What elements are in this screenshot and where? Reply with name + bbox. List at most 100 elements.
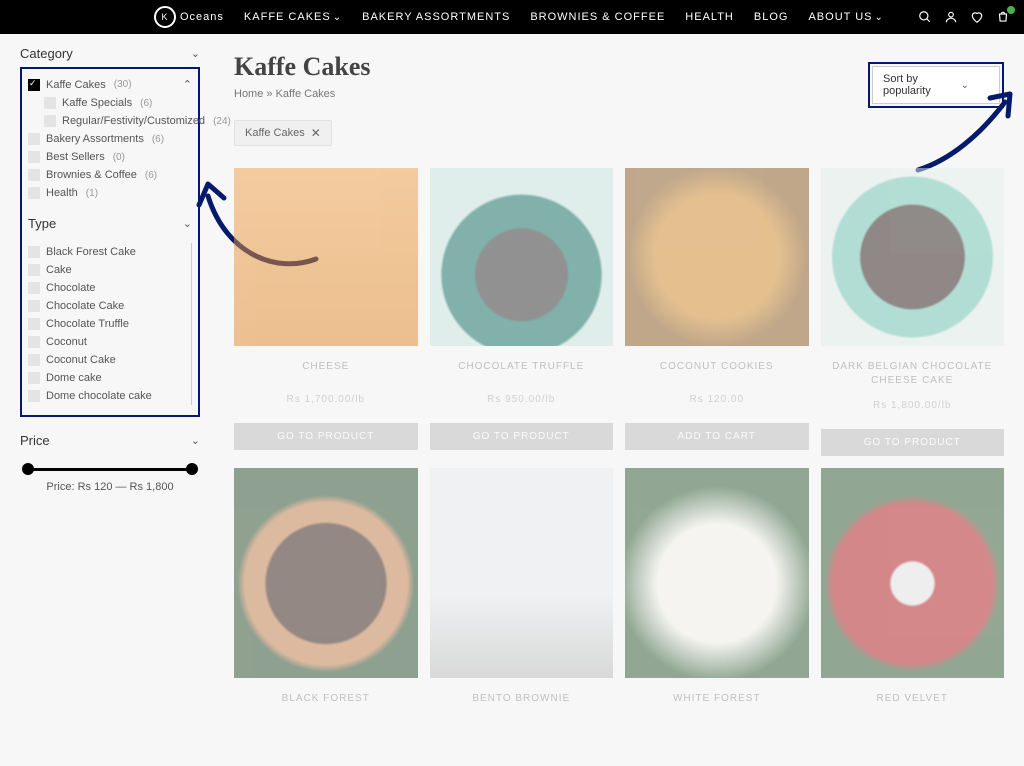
category-label: Kaffe Cakes — [46, 79, 106, 91]
cat-regular-festivity[interactable]: Regular/Festivity/Customized (24) — [28, 112, 192, 130]
product-thumb — [234, 468, 418, 678]
category-label: Kaffe Specials — [62, 97, 132, 109]
product-title: BENTO BROWNIE — [430, 692, 614, 714]
checkbox-icon[interactable] — [28, 336, 40, 348]
checkbox-icon[interactable] — [28, 390, 40, 402]
product-thumb — [430, 468, 614, 678]
category-label: Health — [46, 187, 78, 199]
main-content: Kaffe Cakes Home » Kaffe Cakes Sort by p… — [210, 34, 1024, 766]
account-icon[interactable] — [944, 10, 958, 24]
category-count: (6) — [145, 170, 157, 181]
product-title: WHITE FOREST — [625, 692, 809, 714]
product-price: Rs 1,700.00/lb — [234, 394, 418, 405]
checkbox-icon[interactable] — [44, 97, 56, 109]
cat-best-sellers[interactable]: Best Sellers (0) — [28, 148, 192, 166]
type-item[interactable]: Chocolate Cake — [28, 297, 187, 315]
type-item[interactable]: Dome cake — [28, 369, 187, 387]
checkbox-icon[interactable] — [28, 151, 40, 163]
product-thumb — [821, 468, 1005, 678]
go-to-product-button[interactable]: GO TO PRODUCT — [430, 423, 614, 450]
type-label: Coconut Cake — [46, 354, 116, 366]
type-label: Chocolate — [46, 282, 96, 294]
product-title: DARK BELGIAN CHOCOLATE CHEESE CAKE — [821, 360, 1005, 388]
type-item[interactable]: Chocolate — [28, 279, 187, 297]
category-list: Kaffe Cakes (30) ⌃ Kaffe Specials (6) Re… — [28, 75, 192, 202]
breadcrumb-sep: » — [263, 88, 275, 100]
checkbox-icon[interactable] — [28, 300, 40, 312]
product-card[interactable]: COCONUT COOKIES Rs 120.00 ADD TO CART — [625, 168, 809, 456]
chevron-down-icon: ⌄ — [183, 217, 192, 230]
nav-blog[interactable]: BLOG — [754, 11, 789, 23]
category-count: (1) — [86, 188, 98, 199]
type-label: Coconut — [46, 336, 87, 348]
sort-label: Sort by popularity — [883, 73, 961, 97]
checkbox-icon[interactable] — [28, 372, 40, 384]
product-thumb — [625, 468, 809, 678]
slider-handle-min[interactable] — [22, 463, 34, 475]
checkbox-icon[interactable] — [28, 354, 40, 366]
add-to-cart-button[interactable]: ADD TO CART — [625, 423, 809, 450]
product-card[interactable]: BENTO BROWNIE — [430, 468, 614, 726]
product-card[interactable]: CHOCOLATE TRUFFLE Rs 950.00/lb GO TO PRO… — [430, 168, 614, 456]
cat-brownies-coffee[interactable]: Brownies & Coffee (6) — [28, 166, 192, 184]
checkbox-icon[interactable] — [28, 264, 40, 276]
checkbox-icon[interactable] — [28, 318, 40, 330]
search-icon[interactable] — [918, 10, 932, 24]
go-to-product-button[interactable]: GO TO PRODUCT — [821, 429, 1005, 456]
product-card[interactable]: WHITE FOREST — [625, 468, 809, 726]
breadcrumb-home[interactable]: Home — [234, 88, 263, 100]
type-item[interactable]: Black Forest Cake — [28, 243, 187, 261]
category-label: Regular/Festivity/Customized — [62, 115, 205, 127]
product-price: Rs 120.00 — [625, 394, 809, 405]
checkbox-icon[interactable] — [28, 282, 40, 294]
type-label: Chocolate Cake — [46, 300, 124, 312]
filter-chip-label: Kaffe Cakes — [245, 127, 305, 139]
checkbox-icon[interactable] — [44, 115, 56, 127]
checkbox-icon[interactable] — [28, 79, 40, 91]
slider-handle-max[interactable] — [186, 463, 198, 475]
product-card[interactable]: RED VELVET — [821, 468, 1005, 726]
type-item[interactable]: Coconut — [28, 333, 187, 351]
price-slider[interactable]: Price: Rs 120 — Rs 1,800 — [20, 468, 200, 493]
product-price: Rs 1,800.00/lb — [821, 400, 1005, 411]
filter-price-heading[interactable]: Price ⌄ — [20, 427, 200, 454]
product-card[interactable]: DARK BELGIAN CHOCOLATE CHEESE CAKE Rs 1,… — [821, 168, 1005, 456]
product-card[interactable]: CHEESE Rs 1,700.00/lb GO TO PRODUCT — [234, 168, 418, 456]
product-grid: CHEESE Rs 1,700.00/lb GO TO PRODUCT CHOC… — [234, 168, 1004, 726]
logo-icon: K — [154, 6, 176, 28]
nav-about[interactable]: ABOUT US — [808, 11, 883, 23]
wishlist-icon[interactable] — [970, 10, 984, 24]
cat-health[interactable]: Health (1) — [28, 184, 192, 202]
close-icon[interactable]: ✕ — [311, 126, 321, 140]
filter-category-heading[interactable]: Category ⌄ — [20, 40, 200, 67]
category-label: Bakery Assortments — [46, 133, 144, 145]
sort-dropdown[interactable]: Sort by popularity ⌄ — [872, 66, 1000, 104]
filter-type-heading[interactable]: Type ⌄ — [28, 210, 192, 237]
cat-kaffe-cakes[interactable]: Kaffe Cakes (30) ⌃ — [28, 75, 192, 94]
nav-kaffe-cakes[interactable]: KAFFE CAKES — [244, 11, 342, 23]
type-item[interactable]: Dome chocolate cake — [28, 387, 187, 405]
go-to-product-button[interactable]: GO TO PRODUCT — [234, 423, 418, 450]
cat-kaffe-specials[interactable]: Kaffe Specials (6) — [28, 94, 192, 112]
checkbox-icon[interactable] — [28, 169, 40, 181]
brand-logo[interactable]: K Oceans — [154, 6, 224, 28]
chevron-down-icon: ⌄ — [191, 434, 200, 447]
price-range-text: Price: Rs 120 — Rs 1,800 — [20, 481, 200, 493]
checkbox-icon[interactable] — [28, 187, 40, 199]
type-list-scroll[interactable]: Black Forest CakeCake Chocolate Chocolate … — [28, 243, 192, 405]
chevron-down-icon: ⌄ — [961, 80, 969, 91]
type-item[interactable]: Cake — [28, 261, 187, 279]
product-title: RED VELVET — [821, 692, 1005, 714]
nav-brownies[interactable]: BROWNIES & COFFEE — [530, 11, 665, 23]
nav-health[interactable]: HEALTH — [685, 11, 734, 23]
active-filter-chip[interactable]: Kaffe Cakes ✕ — [234, 120, 332, 146]
cart-icon[interactable] — [996, 10, 1010, 24]
type-item[interactable]: Chocolate Truffle — [28, 315, 187, 333]
cat-bakery-assort[interactable]: Bakery Assortments (6) — [28, 130, 192, 148]
product-card[interactable]: BLACK FOREST — [234, 468, 418, 726]
checkbox-icon[interactable] — [28, 246, 40, 258]
nav-bakery[interactable]: BAKERY ASSORTMENTS — [362, 11, 510, 23]
checkbox-icon[interactable] — [28, 133, 40, 145]
type-list: Black Forest CakeCake Chocolate Chocolate … — [28, 243, 187, 405]
type-item[interactable]: Coconut Cake — [28, 351, 187, 369]
